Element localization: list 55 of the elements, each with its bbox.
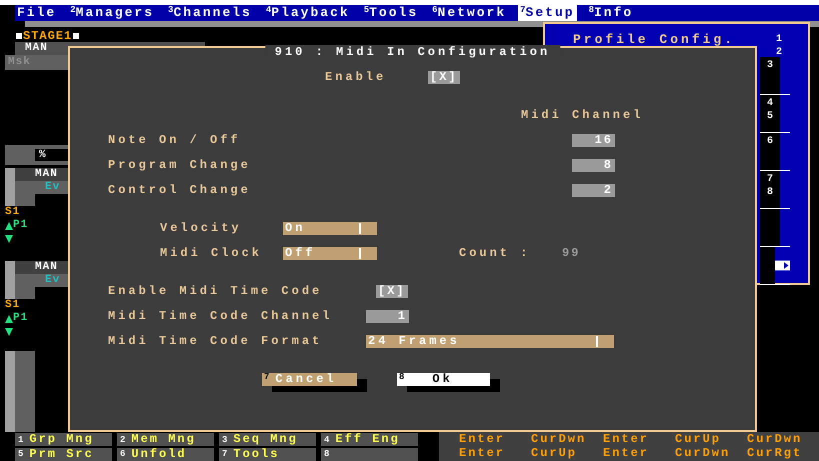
dialog-button[interactable]: 7 Cancel bbox=[262, 372, 357, 386]
stage-label: S1 bbox=[5, 299, 22, 312]
column-header: Midi Channel bbox=[521, 108, 644, 122]
up-triangle-icon bbox=[5, 314, 13, 322]
function-key[interactable]: 8 bbox=[321, 448, 418, 460]
slot-number: 3 bbox=[766, 59, 774, 72]
field-label: Note On / Off bbox=[108, 133, 242, 147]
slot-number: 4 bbox=[766, 97, 774, 110]
key-hint: CurRgt bbox=[747, 446, 804, 460]
menu-item[interactable]: File bbox=[15, 5, 58, 21]
slot-number: 7 bbox=[766, 173, 774, 186]
slot-number: 1 bbox=[774, 33, 783, 46]
side-strip bbox=[5, 168, 15, 206]
function-key[interactable]: 6 Unfold bbox=[117, 448, 214, 460]
key-hint: CurUp bbox=[531, 446, 578, 460]
menu-title: Profile Config. bbox=[573, 33, 736, 49]
function-key[interactable]: 2 Mem Mng bbox=[117, 433, 214, 446]
slot-number: 2 bbox=[774, 46, 783, 59]
field-label: Enable Midi Time Code bbox=[108, 284, 324, 298]
stage-label: S1 bbox=[5, 206, 22, 219]
function-key[interactable]: 1 Grp Mng bbox=[15, 433, 112, 446]
field-label: Midi Clock bbox=[160, 246, 264, 260]
function-key[interactable]: 4 Eff Eng bbox=[321, 433, 418, 446]
down-triangle-icon bbox=[5, 234, 13, 242]
key-hint: Enter bbox=[603, 446, 650, 460]
field-label: Midi Time Code Channel bbox=[108, 309, 334, 323]
field-label: Midi Time Code Format bbox=[108, 334, 324, 348]
key-hint: Enter bbox=[459, 432, 506, 446]
function-key[interactable]: 7 Tools bbox=[219, 448, 316, 460]
up-triangle-icon bbox=[5, 222, 13, 230]
field-label: Count : bbox=[459, 246, 532, 260]
key-hint: CurUp bbox=[675, 432, 722, 446]
preset-label: P1 bbox=[13, 219, 28, 232]
slot-cell bbox=[760, 247, 775, 284]
square-icon bbox=[73, 33, 80, 39]
key-hint: Enter bbox=[603, 432, 650, 446]
field-label: Velocity bbox=[160, 221, 243, 235]
count-value: 99 bbox=[562, 246, 580, 260]
slot-number: 5 bbox=[766, 110, 774, 123]
slot-number: 6 bbox=[766, 135, 774, 148]
function-key[interactable]: 3 Seq Mng bbox=[219, 433, 316, 446]
key-hint: CurDwn bbox=[675, 446, 732, 460]
square-icon bbox=[16, 33, 22, 39]
dialog-title: 910 : Midi In Configuration bbox=[264, 45, 560, 59]
key-hint: CurDwn bbox=[747, 432, 804, 446]
key-hint: CurDwn bbox=[531, 432, 588, 446]
key-hint: Enter bbox=[459, 446, 506, 460]
side-strip bbox=[5, 261, 15, 299]
field-label: Enable bbox=[325, 70, 388, 84]
down-triangle-icon bbox=[5, 328, 13, 336]
preset-label: P1 bbox=[13, 312, 28, 325]
function-key[interactable]: 5 Prm Src bbox=[15, 448, 112, 460]
slot-number: 8 bbox=[766, 186, 774, 199]
dialog-button[interactable]: 8 Ok bbox=[397, 372, 490, 386]
stage-title: STAGE1 bbox=[23, 30, 72, 42]
